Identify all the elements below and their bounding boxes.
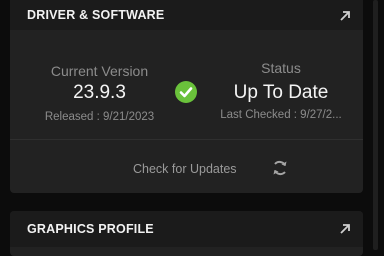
- check-for-updates-label: Check for Updates: [133, 162, 237, 176]
- status-value: Up To Date: [233, 82, 329, 103]
- last-checked-date: Last Checked : 9/27/2...: [220, 109, 342, 121]
- graphics-profile-title: GRAPHICS PROFILE: [27, 222, 154, 236]
- expand-arrow-icon[interactable]: [338, 222, 352, 236]
- refresh-icon[interactable]: [271, 159, 289, 177]
- released-date: Released : 9/21/2023: [44, 111, 155, 123]
- divider: [10, 139, 363, 140]
- current-version-value: 23.9.3: [73, 82, 126, 103]
- check-circle-icon: [175, 81, 197, 103]
- status-label: Status: [261, 60, 301, 76]
- driver-software-header[interactable]: DRIVER & SOFTWARE: [10, 0, 363, 30]
- driver-software-card: DRIVER & SOFTWARE Current Version 23.9.3…: [10, 0, 363, 193]
- scrollbar-thumb[interactable]: [373, 0, 378, 250]
- expand-arrow-icon[interactable]: [338, 9, 352, 23]
- graphics-profile-card: GRAPHICS PROFILE: [10, 211, 363, 256]
- scrollbar[interactable]: [372, 0, 379, 250]
- graphics-profile-header[interactable]: GRAPHICS PROFILE: [10, 211, 363, 247]
- check-for-updates-button[interactable]: Check for Updates: [120, 157, 300, 181]
- driver-software-title: DRIVER & SOFTWARE: [27, 8, 165, 22]
- current-version-label: Current Version: [50, 63, 149, 79]
